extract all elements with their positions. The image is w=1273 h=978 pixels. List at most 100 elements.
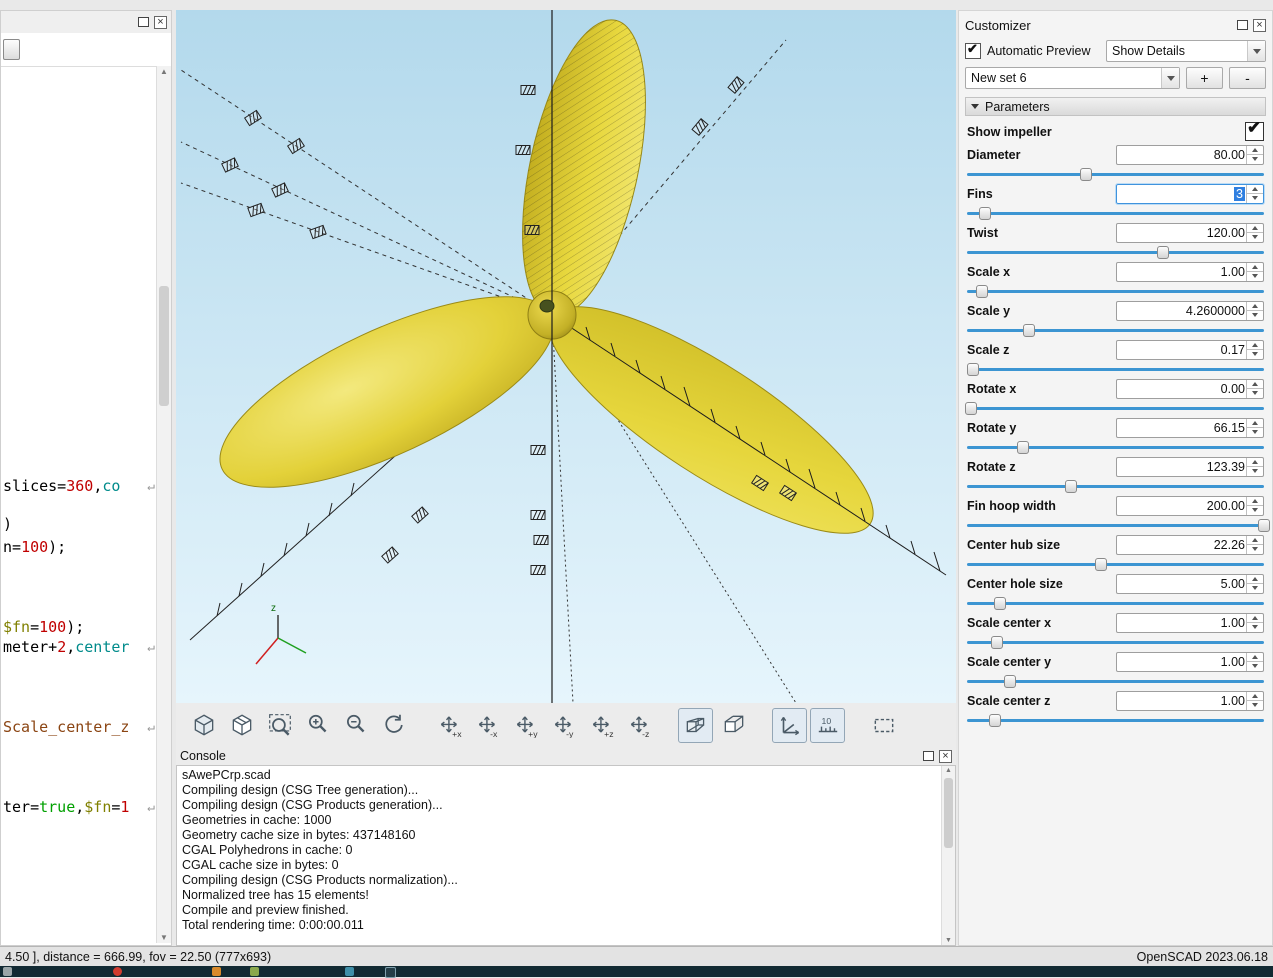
spin-down-button[interactable] [1247,466,1263,476]
spin-up-button[interactable] [1247,575,1263,584]
slider-handle[interactable] [1157,246,1169,259]
spin-up-button[interactable] [1247,653,1263,662]
param-spinbox[interactable]: 1.00 [1116,691,1264,711]
param-slider[interactable] [967,361,1264,377]
scroll-down-icon[interactable] [157,933,171,942]
reset-view-button[interactable] [376,708,411,743]
slider-handle[interactable] [991,636,1003,649]
param-spinbox[interactable]: 5.00 [1116,574,1264,594]
param-spinbox[interactable]: 200.00 [1116,496,1264,516]
spin-down-button[interactable] [1247,622,1263,632]
spin-up-button[interactable] [1247,185,1263,194]
center-view-button[interactable] [224,708,259,743]
automatic-preview-checkbox[interactable] [965,43,981,59]
spin-down-button[interactable] [1247,154,1263,164]
spin-down-button[interactable] [1247,700,1263,710]
show-impeller-checkbox[interactable] [1245,122,1264,141]
view-all-button[interactable] [186,708,221,743]
param-slider[interactable] [967,439,1264,455]
slider-handle[interactable] [967,363,979,376]
show-scale-markers-button[interactable]: 10 [810,708,845,743]
scroll-up-icon[interactable] [157,67,171,76]
param-slider[interactable] [967,283,1264,299]
param-slider[interactable] [967,205,1264,221]
details-dropdown[interactable]: Show Details [1106,40,1266,62]
param-spinbox[interactable]: 120.00 [1116,223,1264,243]
slider-handle[interactable] [994,597,1006,610]
spin-down-button[interactable] [1247,349,1263,359]
view-minus-y-button[interactable]: -y [546,708,581,743]
param-slider[interactable] [967,400,1264,416]
param-spinbox[interactable]: 4.2600000 [1116,301,1264,321]
perspective-button[interactable] [678,708,713,743]
remove-preset-button[interactable]: - [1229,67,1266,89]
param-spinbox[interactable]: 1.00 [1116,262,1264,282]
orthogonal-button[interactable] [716,708,751,743]
param-spinbox[interactable]: 66.15 [1116,418,1264,438]
close-icon[interactable] [1253,19,1266,32]
slider-handle[interactable] [965,402,977,415]
param-slider[interactable] [967,244,1264,260]
scrollbar-thumb[interactable] [944,778,953,848]
taskbar-item[interactable] [113,967,122,976]
undock-icon[interactable] [138,17,149,27]
param-slider[interactable] [967,712,1264,728]
slider-handle[interactable] [1017,441,1029,454]
slider-handle[interactable] [1095,558,1107,571]
slider-handle[interactable] [1065,480,1077,493]
param-spinbox-focused[interactable]: 3 [1116,184,1264,204]
scroll-up-icon[interactable] [942,767,955,774]
param-slider[interactable] [967,166,1264,182]
zoom-out-button[interactable] [338,708,373,743]
spin-down-button[interactable] [1247,427,1263,437]
spin-up-button[interactable] [1247,263,1263,272]
param-spinbox[interactable]: 0.00 [1116,379,1264,399]
spin-up-button[interactable] [1247,380,1263,389]
param-spinbox[interactable]: 1.00 [1116,613,1264,633]
spin-up-button[interactable] [1247,146,1263,155]
spin-up-button[interactable] [1247,497,1263,506]
editor-panel[interactable]: slices=360,co ) n=100); $fn=100); meter+… [0,10,172,946]
show-axes-button[interactable] [772,708,807,743]
slider-handle[interactable] [989,714,1001,727]
spin-down-button[interactable] [1247,544,1263,554]
zoom-in-button[interactable] [300,708,335,743]
taskbar-item[interactable] [3,967,12,976]
close-icon[interactable] [154,16,167,29]
param-spinbox[interactable]: 22.26 [1116,535,1264,555]
param-spinbox[interactable]: 1.00 [1116,652,1264,672]
undock-icon[interactable] [1237,20,1248,30]
taskbar-item[interactable] [250,967,259,976]
spin-up-button[interactable] [1247,224,1263,233]
dropdown-arrow-button[interactable] [1247,41,1265,61]
spin-down-button[interactable] [1247,505,1263,515]
slider-handle[interactable] [979,207,991,220]
spin-up-button[interactable] [1247,458,1263,467]
scroll-down-icon[interactable] [942,937,955,944]
dropdown-arrow-button[interactable] [1161,68,1179,88]
code-area[interactable]: slices=360,co ) n=100); $fn=100); meter+… [1,66,157,943]
slider-handle[interactable] [1004,675,1016,688]
undock-icon[interactable] [923,751,934,761]
spin-down-button[interactable] [1247,661,1263,671]
taskbar[interactable] [0,966,1273,977]
slider-handle[interactable] [976,285,988,298]
param-spinbox[interactable]: 0.17 [1116,340,1264,360]
spin-down-button[interactable] [1247,271,1263,281]
spin-down-button[interactable] [1247,232,1263,242]
taskbar-item[interactable] [212,967,221,976]
console-output[interactable]: sAwePCrp.scad Compiling design (CSG Tree… [176,765,956,946]
spin-up-button[interactable] [1247,614,1263,623]
view-plus-x-button[interactable]: +x [432,708,467,743]
view-plus-y-button[interactable]: +y [508,708,543,743]
param-slider[interactable] [967,634,1264,650]
view-plus-z-button[interactable]: +z [584,708,619,743]
zoom-all-button[interactable] [262,708,297,743]
view-minus-z-button[interactable]: -z [622,708,657,743]
preset-dropdown[interactable]: New set 6 [965,67,1180,89]
scrollbar-thumb[interactable] [159,286,169,406]
taskbar-item[interactable] [385,967,396,978]
param-slider[interactable] [967,517,1264,533]
spin-down-button[interactable] [1247,583,1263,593]
spin-down-button[interactable] [1247,193,1263,203]
